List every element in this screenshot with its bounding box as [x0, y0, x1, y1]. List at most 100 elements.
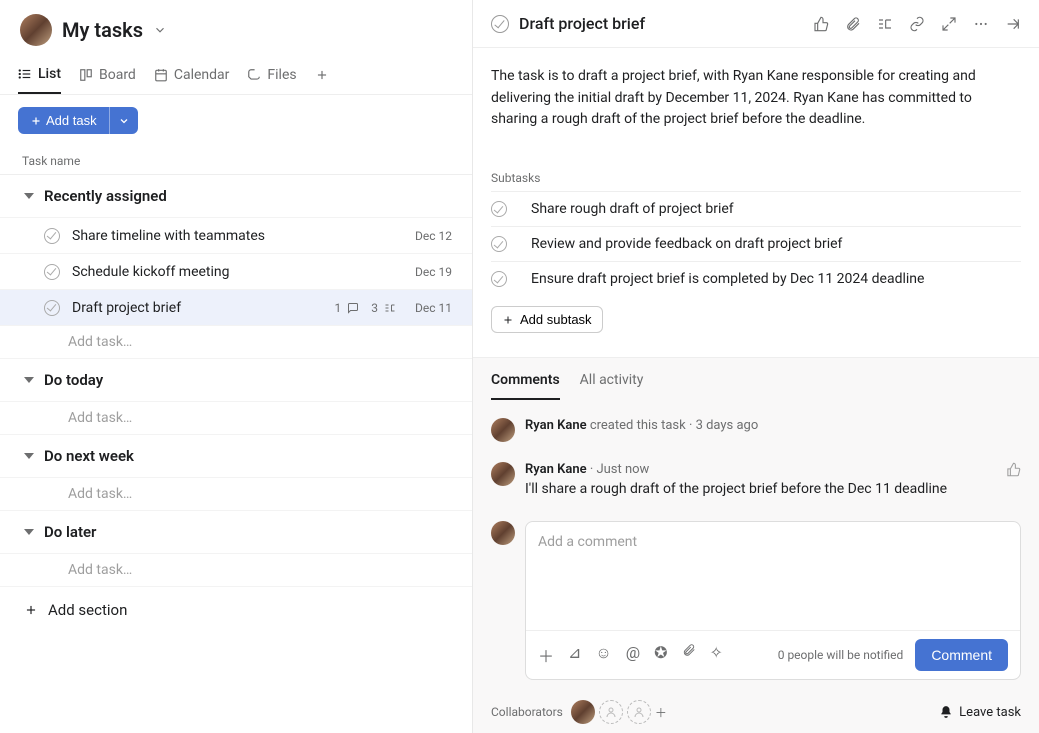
tab-comments[interactable]: Comments: [491, 372, 560, 400]
add-collaborator-button[interactable]: ＋: [655, 704, 667, 721]
add-task-inline[interactable]: Add task…: [0, 477, 472, 511]
section-do-later: Do later Add task…: [0, 511, 472, 587]
add-section-button[interactable]: Add section: [0, 587, 472, 633]
task-row-selected[interactable]: Draft project brief 1 3 Dec 11: [0, 289, 472, 325]
activity-item: Ryan Kane created this task · 3 days ago: [491, 408, 1021, 452]
add-task-dropdown[interactable]: [109, 107, 138, 134]
section-head-today[interactable]: Do today: [0, 359, 472, 401]
comment-body: I'll share a rough draft of the project …: [525, 481, 996, 497]
complete-checkbox[interactable]: [491, 15, 509, 33]
subtask-icon: [384, 302, 396, 314]
comment-input[interactable]: [526, 522, 1020, 626]
page-title: My tasks: [62, 18, 143, 42]
more-icon[interactable]: [973, 16, 989, 32]
activity-time: 3 days ago: [696, 418, 759, 433]
author-name: Ryan Kane: [525, 462, 587, 477]
subtask-row[interactable]: Share rough draft of project brief: [491, 191, 1021, 226]
subtask-icon[interactable]: [877, 16, 893, 32]
plus-icon[interactable]: ＋: [538, 643, 554, 667]
author-name: Ryan Kane: [525, 418, 587, 433]
add-task-button[interactable]: Add task: [18, 107, 109, 134]
activity-text: Ryan Kane created this task · 3 days ago: [525, 418, 1021, 433]
subtasks-label: Subtasks: [491, 171, 1021, 185]
leave-task-label: Leave task: [959, 705, 1021, 720]
composer-icons: ＋ ⊿ ☺ @ ✪ ✧: [538, 643, 723, 667]
complete-checkbox[interactable]: [44, 228, 60, 244]
comment-button[interactable]: Comment: [915, 639, 1008, 671]
like-icon[interactable]: [1006, 462, 1021, 477]
tab-files[interactable]: Files: [247, 61, 296, 93]
activity-list: Ryan Kane created this task · 3 days ago…: [473, 400, 1039, 515]
activity-section: Comments All activity Ryan Kane created …: [473, 357, 1039, 733]
tab-board[interactable]: Board: [79, 61, 136, 93]
section-title: Do later: [44, 523, 96, 541]
complete-checkbox[interactable]: [491, 201, 507, 217]
caret-down-icon: [24, 377, 34, 383]
tab-calendar[interactable]: Calendar: [154, 61, 230, 93]
close-panel-icon[interactable]: [1005, 16, 1021, 32]
avatar[interactable]: [491, 418, 515, 442]
detail-body: The task is to draft a project brief, wi…: [473, 48, 1039, 333]
attachment-icon[interactable]: [682, 643, 696, 667]
task-row[interactable]: Schedule kickoff meeting Dec 19: [0, 253, 472, 289]
like-icon[interactable]: [813, 16, 829, 32]
tab-files-label: Files: [267, 67, 296, 83]
comment-composer: ＋ ⊿ ☺ @ ✪ ✧ 0 people will be notified Co…: [473, 515, 1039, 690]
add-subtask-button[interactable]: Add subtask: [491, 306, 603, 333]
view-tabs: List Board Calendar Files: [0, 60, 472, 95]
activity-time: ·: [689, 418, 696, 433]
activity-action: created this task: [590, 418, 686, 433]
avatar[interactable]: [491, 521, 515, 545]
add-collaborator-placeholder[interactable]: [599, 700, 623, 724]
add-collaborator-placeholder[interactable]: [627, 700, 651, 724]
complete-checkbox[interactable]: [44, 264, 60, 280]
emoji-icon[interactable]: ☺: [595, 643, 611, 667]
caret-down-icon: [24, 453, 34, 459]
detail-header: Draft project brief: [473, 0, 1039, 48]
comment-icon: [347, 302, 359, 314]
subtask-name: Ensure draft project brief is completed …: [531, 271, 924, 287]
expand-icon[interactable]: [941, 16, 957, 32]
avatar[interactable]: [571, 700, 595, 724]
tab-board-label: Board: [99, 67, 136, 83]
star-icon[interactable]: ✪: [654, 643, 667, 667]
section-head-recently[interactable]: Recently assigned: [0, 175, 472, 217]
chevron-down-icon[interactable]: [153, 23, 167, 37]
subtask-row[interactable]: Ensure draft project brief is completed …: [491, 261, 1021, 296]
avatar[interactable]: [491, 462, 515, 486]
comment-count: 1: [335, 301, 342, 315]
leave-task-button[interactable]: Leave task: [939, 705, 1021, 720]
header-actions: [813, 16, 1021, 32]
tab-list[interactable]: List: [18, 60, 61, 94]
add-task-inline[interactable]: Add task…: [0, 553, 472, 587]
collaborators-bar: Collaborators ＋ Leave task: [473, 690, 1039, 730]
task-row[interactable]: Share timeline with teammates Dec 12: [0, 217, 472, 253]
link-icon[interactable]: [909, 16, 925, 32]
add-task-bar: Add task: [0, 95, 472, 148]
tab-add[interactable]: [315, 62, 329, 92]
format-icon[interactable]: ⊿: [568, 643, 581, 667]
complete-checkbox[interactable]: [44, 300, 60, 316]
task-date: Dec 11: [404, 301, 452, 315]
complete-checkbox[interactable]: [491, 271, 507, 287]
activity-time: Just now: [596, 462, 649, 477]
tab-all-activity[interactable]: All activity: [580, 372, 644, 400]
avatar[interactable]: [20, 14, 52, 46]
activity-tabs: Comments All activity: [473, 358, 1039, 400]
add-task-inline[interactable]: Add task…: [0, 401, 472, 435]
add-task-inline[interactable]: Add task…: [0, 325, 472, 359]
task-name: Schedule kickoff meeting: [72, 264, 396, 280]
subtask-row[interactable]: Review and provide feedback on draft pro…: [491, 226, 1021, 261]
section-head-next[interactable]: Do next week: [0, 435, 472, 477]
section-title: Do next week: [44, 447, 134, 465]
sparkle-icon[interactable]: ✧: [710, 643, 723, 667]
attachment-icon[interactable]: [845, 16, 861, 32]
column-header: Task name: [0, 148, 472, 175]
notify-text: 0 people will be notified: [778, 648, 904, 662]
mention-icon[interactable]: @: [626, 643, 640, 667]
bell-icon: [939, 705, 953, 719]
section-head-later[interactable]: Do later: [0, 511, 472, 553]
left-header: My tasks: [0, 0, 472, 46]
complete-checkbox[interactable]: [491, 236, 507, 252]
task-description[interactable]: The task is to draft a project brief, wi…: [491, 66, 1021, 131]
